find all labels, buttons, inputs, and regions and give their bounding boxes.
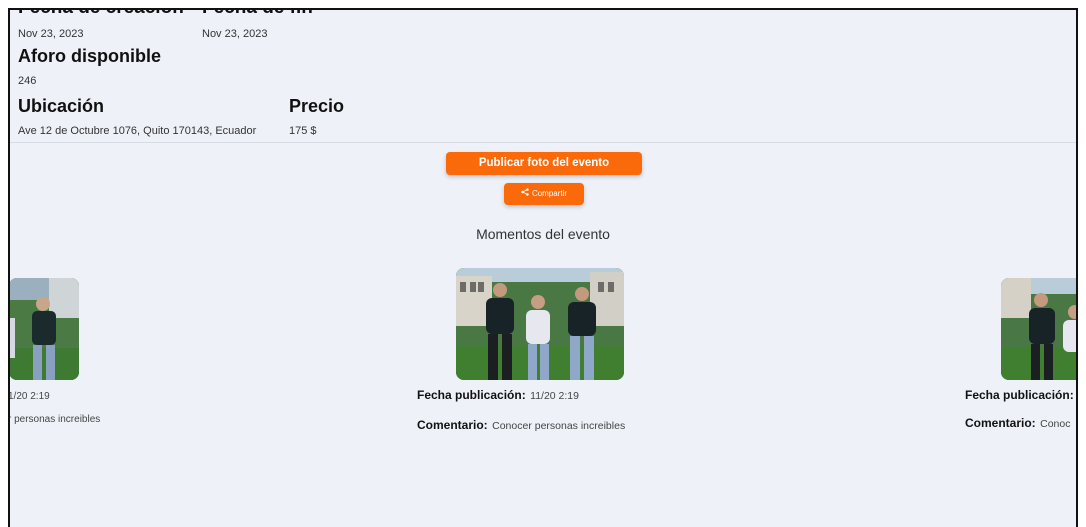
section-divider xyxy=(10,142,1076,143)
moment-comment-cut: r personas increibles xyxy=(8,414,101,425)
moment-comment-cut: Comentario: Conoc xyxy=(965,416,1071,430)
event-detail-panel: Fecha de creación Fecha de fin Nov 23, 2… xyxy=(8,8,1078,527)
aforo-value: 246 xyxy=(18,75,37,87)
moment-date-cut: Fecha publicación: xyxy=(965,388,1074,402)
event-photo[interactable] xyxy=(10,278,79,380)
fecha-creacion-value: Nov 23, 2023 xyxy=(18,28,84,40)
moment-date-cut: 1/20 2:19 xyxy=(8,391,50,402)
precio-value: 175 $ xyxy=(289,125,317,137)
publish-photo-button[interactable]: Publicar foto del evento xyxy=(446,152,642,175)
fecha-creacion-label: Fecha de creación xyxy=(18,10,184,19)
event-photo[interactable] xyxy=(456,268,624,380)
ubicacion-label: Ubicación xyxy=(18,96,105,116)
precio-label: Precio xyxy=(289,96,345,116)
fecha-fin-value: Nov 23, 2023 xyxy=(202,28,268,40)
share-icon xyxy=(521,183,529,205)
ubicacion-value: Ave 12 de Octubre 1076, Quito 170143, Ec… xyxy=(18,125,257,137)
share-label: Compartir xyxy=(531,189,568,198)
share-button[interactable]: Compartir xyxy=(504,183,584,205)
fecha-fin-label: Fecha de fin xyxy=(202,10,313,19)
moments-title: Momentos del evento xyxy=(476,226,610,242)
event-photo[interactable] xyxy=(1001,278,1076,380)
moment-date: Fecha publicación: 11/20 2:19 xyxy=(417,388,579,402)
moment-comment: Comentario: Conocer personas increibles xyxy=(417,418,626,432)
aforo-label: Aforo disponible xyxy=(18,46,161,66)
